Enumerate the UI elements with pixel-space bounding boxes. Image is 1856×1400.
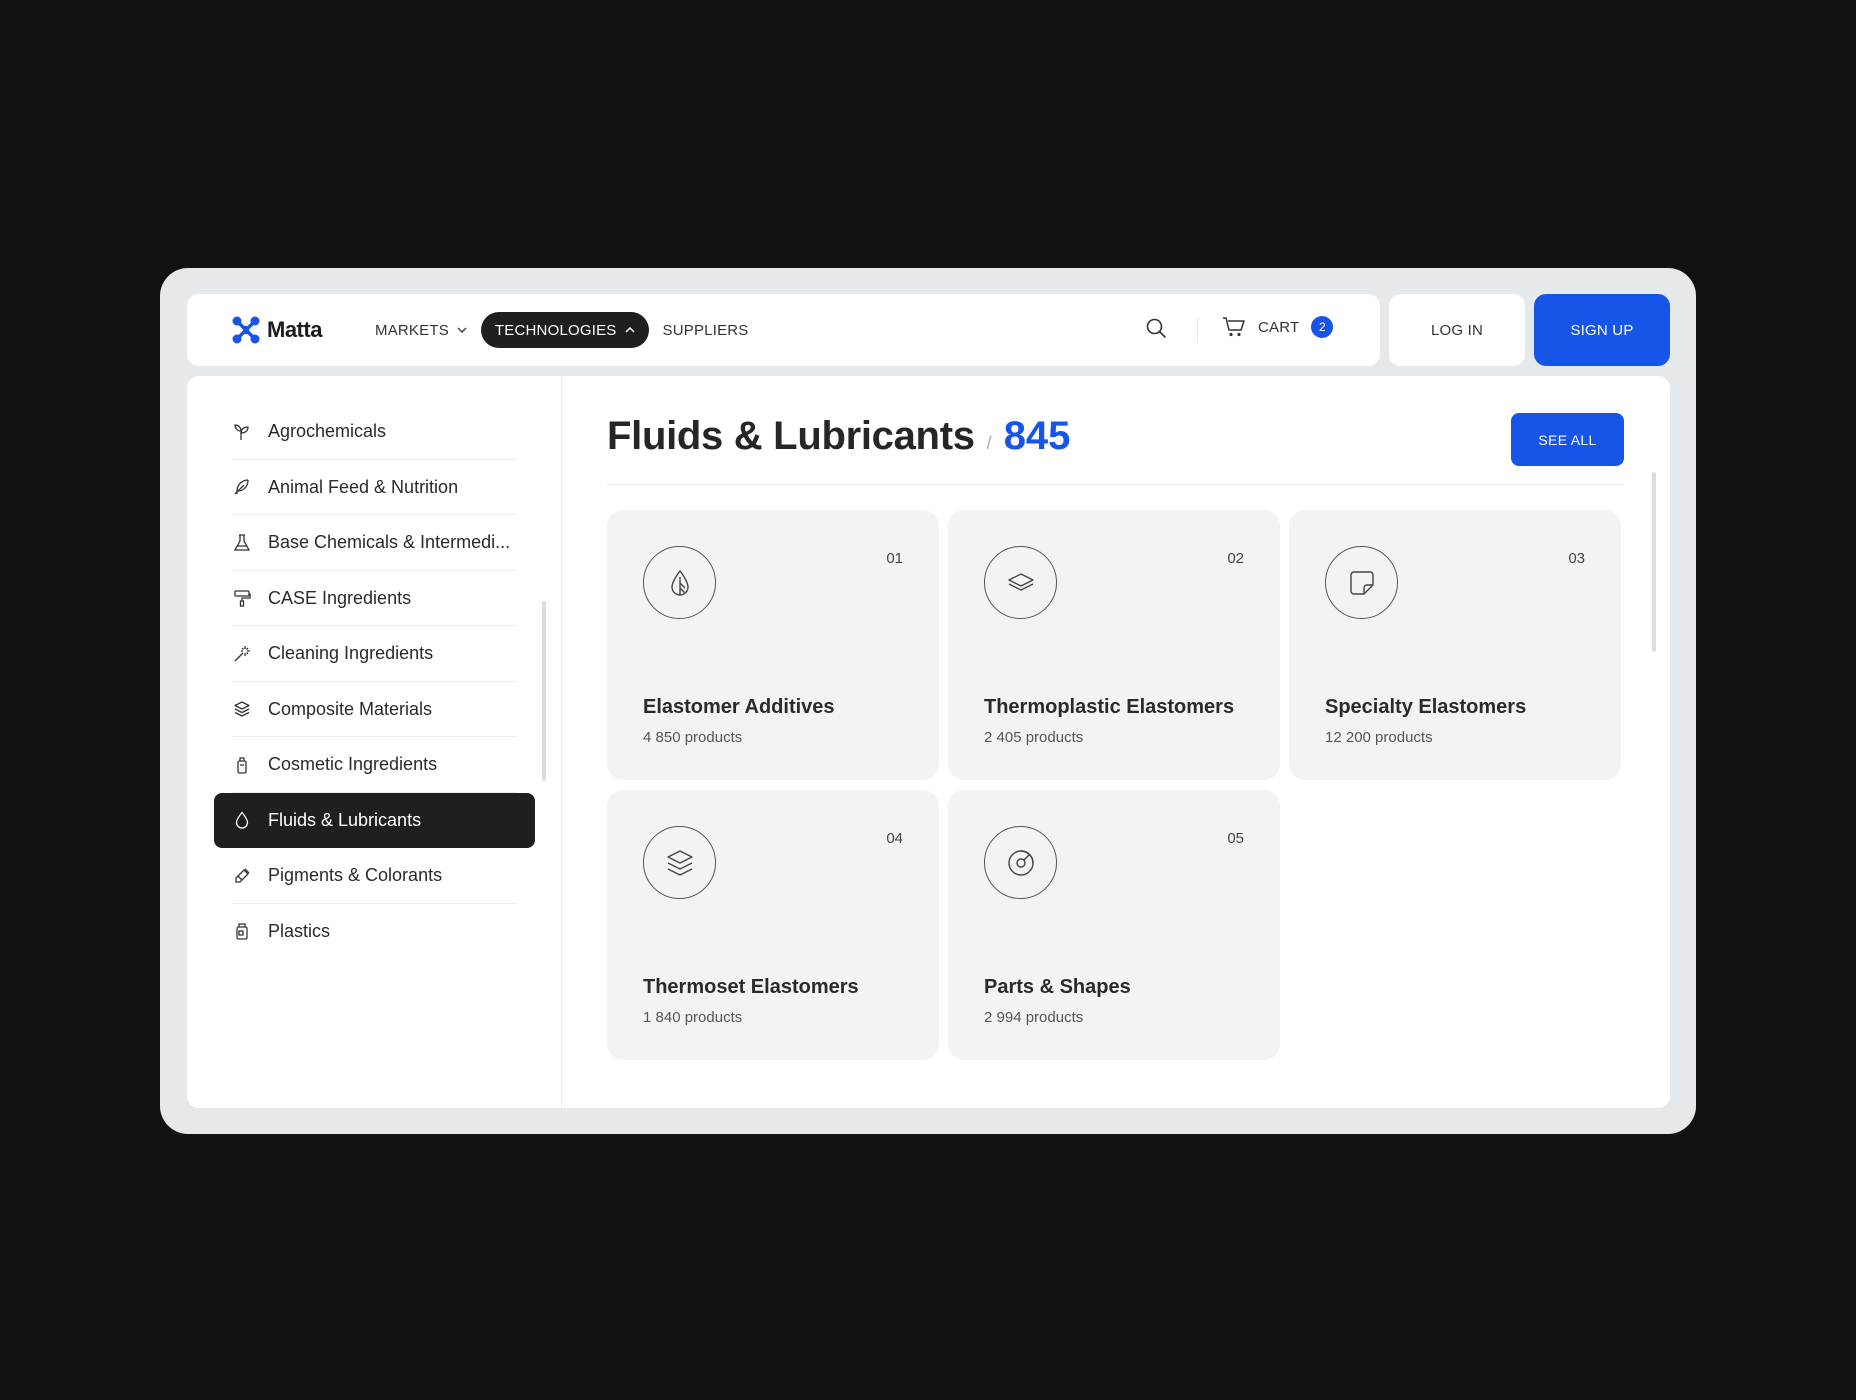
card-number: 02 (1227, 550, 1244, 567)
paint-roller-icon (232, 588, 252, 608)
sidebar-item-case-ingredients[interactable]: CASE Ingredients (214, 571, 535, 627)
page-title-row: Fluids & Lubricants / 845 (607, 414, 1070, 459)
subcategory-card-specialty-elastomers[interactable]: 03 Specialty Elastomers 12 200 products (1289, 510, 1621, 780)
container-icon (232, 921, 252, 941)
category-list: Agrochemicals Animal Feed & Nutrition Ba… (214, 404, 535, 959)
card-product-count: 12 200 products (1325, 729, 1433, 746)
subcategory-card-thermoset-elastomers[interactable]: 04 Thermoset Elastomers 1 840 products (607, 790, 939, 1060)
sidebar-item-composite-materials[interactable]: Composite Materials (214, 682, 535, 738)
card-number: 05 (1227, 830, 1244, 847)
title-divider (607, 484, 1624, 485)
sidebar-item-label: Plastics (268, 920, 331, 941)
bottle-icon (232, 755, 252, 775)
sidebar-item-label: Pigments & Colorants (268, 865, 443, 886)
sidebar-item-label: Animal Feed & Nutrition (268, 476, 459, 497)
card-number: 01 (886, 550, 903, 567)
sidebar-item-plastics[interactable]: Plastics (214, 904, 535, 960)
card-product-count: 2 994 products (984, 1009, 1084, 1026)
sidebar-item-cosmetic-ingredients[interactable]: Cosmetic Ingredients (214, 737, 535, 793)
disc-icon (984, 826, 1057, 899)
nav-suppliers-label: SUPPLIERS (662, 321, 749, 339)
sidebar-item-animal-feed[interactable]: Animal Feed & Nutrition (214, 460, 535, 516)
matta-logo-icon (232, 316, 260, 344)
subcategory-card-thermoplastic-elastomers[interactable]: 02 Thermoplastic Elastomers 2 405 produc… (948, 510, 1280, 780)
app-window: Matta MARKETS TECHNOLOGIES SUPPLIERS CAR… (160, 268, 1696, 1134)
subcategory-card-parts-shapes[interactable]: 05 Parts & Shapes 2 994 products (948, 790, 1280, 1060)
nav-suppliers[interactable]: SUPPLIERS (649, 312, 763, 348)
subcategory-card-elastomer-additives[interactable]: 01 Elastomer Additives 4 850 products (607, 510, 939, 780)
card-title: Specialty Elastomers (1325, 696, 1527, 718)
brand-logo[interactable]: Matta (231, 316, 322, 344)
card-product-count: 1 840 products (643, 1009, 743, 1026)
flask-icon (232, 533, 252, 553)
login-button[interactable]: LOG IN (1389, 294, 1525, 366)
sidebar-item-label: Agrochemicals (268, 421, 387, 442)
sidebar-item-cleaning-ingredients[interactable]: Cleaning Ingredients (214, 626, 535, 682)
see-all-button[interactable]: SEE ALL (1511, 413, 1624, 466)
sidebar-item-agrochemicals[interactable]: Agrochemicals (214, 404, 535, 460)
cart-label: CART (1258, 318, 1300, 336)
cart-count-badge: 2 (1311, 316, 1334, 338)
sidebar-item-fluids-lubricants[interactable]: Fluids & Lubricants (214, 792, 535, 848)
nav-markets[interactable]: MARKETS (361, 312, 481, 348)
layers-stack-icon (643, 826, 716, 899)
sidebar-item-label: Fluids & Lubricants (268, 809, 422, 830)
card-number: 03 (1568, 550, 1585, 567)
sidebar-item-pigments-colorants[interactable]: Pigments & Colorants (214, 848, 535, 904)
sidebar-item-label: CASE Ingredients (268, 587, 412, 608)
sidebar-item-label: Cleaning Ingredients (268, 643, 434, 664)
leaf-drop-icon (643, 546, 716, 619)
brand-name: Matta (267, 317, 322, 342)
nav-markets-label: MARKETS (375, 321, 449, 339)
sidebar-scrollbar[interactable] (542, 601, 546, 781)
card-product-count: 4 850 products (643, 729, 743, 746)
card-title: Thermoset Elastomers (643, 976, 859, 998)
nav-technologies-label: TECHNOLOGIES (494, 321, 617, 339)
drop-icon (232, 810, 252, 830)
sprout-icon (232, 422, 252, 442)
chevron-up-icon (624, 327, 635, 333)
product-count: 845 (1003, 414, 1071, 458)
signup-button[interactable]: SIGN UP (1534, 294, 1670, 366)
sticker-icon (1325, 546, 1398, 619)
sidebar-item-base-chemicals[interactable]: Base Chemicals & Intermedi... (214, 515, 535, 571)
layer-icon (984, 546, 1057, 619)
main-nav: MARKETS TECHNOLOGIES SUPPLIERS (361, 312, 763, 348)
layers-icon (232, 699, 252, 719)
search-button[interactable] (1145, 317, 1171, 343)
chevron-down-icon (457, 327, 467, 333)
category-sidebar: Agrochemicals Animal Feed & Nutrition Ba… (187, 376, 562, 1108)
search-icon (1146, 318, 1166, 338)
sparkle-icon (232, 644, 252, 664)
card-title: Parts & Shapes (984, 976, 1131, 998)
pipette-icon (232, 866, 252, 886)
nav-technologies[interactable]: TECHNOLOGIES (480, 312, 649, 348)
title-separator: / (986, 433, 992, 453)
feather-icon (232, 477, 252, 497)
cart-button[interactable]: CART 2 (1222, 316, 1334, 338)
cart-icon (1223, 317, 1245, 337)
page-title: Fluids & Lubricants (607, 414, 975, 458)
top-navigation-bar: Matta MARKETS TECHNOLOGIES SUPPLIERS CAR… (187, 294, 1380, 366)
card-title: Thermoplastic Elastomers (984, 696, 1235, 718)
card-title: Elastomer Additives (643, 696, 835, 718)
sidebar-item-label: Composite Materials (268, 698, 433, 719)
header-divider (1197, 318, 1198, 342)
sidebar-item-label: Cosmetic Ingredients (268, 754, 438, 775)
content-scrollbar[interactable] (1652, 472, 1656, 652)
sidebar-item-label: Base Chemicals & Intermedi... (268, 532, 511, 553)
technologies-dropdown-panel: Agrochemicals Animal Feed & Nutrition Ba… (187, 376, 1670, 1108)
card-number: 04 (886, 830, 903, 847)
card-product-count: 2 405 products (984, 729, 1084, 746)
